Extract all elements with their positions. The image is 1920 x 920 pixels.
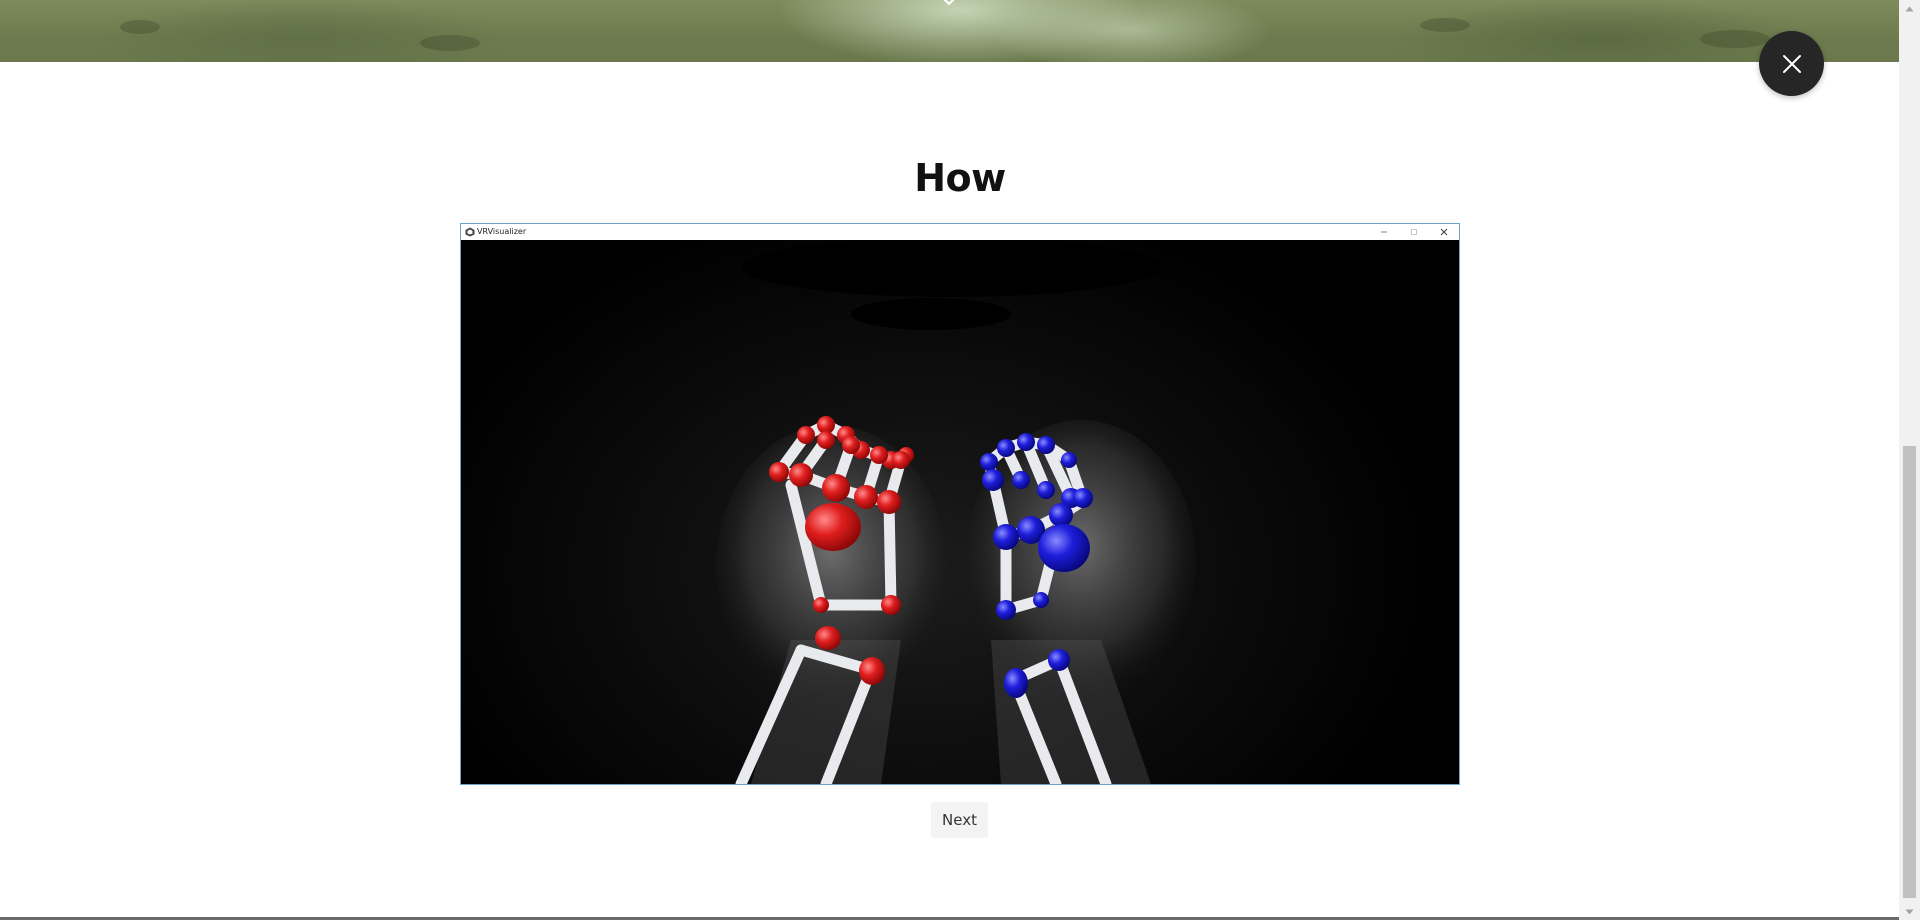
- close-overlay-button[interactable]: [1759, 31, 1824, 96]
- hero-texture: [1420, 18, 1470, 32]
- minimize-icon[interactable]: [1369, 224, 1399, 240]
- hero-texture: [420, 35, 480, 51]
- app-titlebar: VRVisualizer: [461, 224, 1459, 240]
- close-icon: [1782, 54, 1801, 73]
- next-button[interactable]: Next: [931, 802, 988, 838]
- hand-tracking-render: [716, 240, 1196, 784]
- hand-tracking-visualization: [461, 240, 1459, 784]
- scroll-up-icon[interactable]: [1899, 0, 1920, 17]
- hero-texture: [120, 20, 160, 34]
- redacted-area: [741, 240, 1161, 297]
- redacted-area: [851, 298, 1011, 330]
- maximize-icon[interactable]: [1399, 224, 1429, 240]
- section-title: How: [914, 156, 1006, 200]
- app-window-screenshot: VRVisualizer: [460, 223, 1460, 785]
- scrollbar-thumb[interactable]: [1903, 446, 1916, 898]
- chevron-down-icon[interactable]: [939, 0, 959, 8]
- page-viewport: How VRVisualizer Next: [0, 0, 1899, 920]
- scroll-down-icon[interactable]: [1899, 903, 1920, 920]
- app-title: VRVisualizer: [477, 227, 527, 236]
- page-scrollbar[interactable]: [1899, 0, 1920, 920]
- unity-icon: [465, 227, 475, 237]
- hero-texture: [1700, 30, 1770, 48]
- hero-image: [0, 0, 1899, 62]
- close-icon[interactable]: [1429, 224, 1459, 240]
